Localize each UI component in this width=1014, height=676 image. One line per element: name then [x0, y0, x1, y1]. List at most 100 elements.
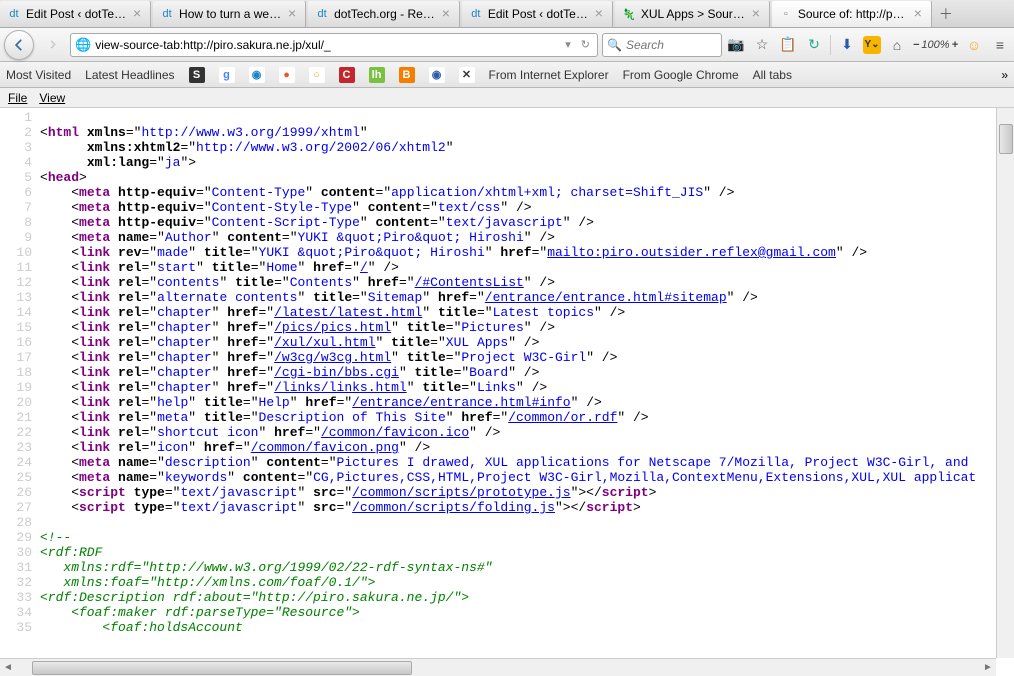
close-icon[interactable]: ×	[285, 7, 299, 21]
line-number: 33	[0, 590, 40, 605]
browser-tab[interactable]: dtEdit Post ‹ dotTe…×	[462, 0, 613, 27]
zoom-control: − 100% +	[913, 39, 958, 51]
tab-label: dotTech.org - Re…	[334, 7, 435, 21]
bookmark-icon: ◉	[249, 67, 265, 83]
bookmark-star-icon[interactable]: ☆	[752, 35, 772, 55]
close-icon[interactable]: ×	[592, 7, 606, 21]
new-tab-button[interactable]: ＋	[934, 0, 958, 27]
menu-view[interactable]: View	[35, 90, 69, 106]
bookmark-icon: g	[219, 67, 235, 83]
line-number: 34	[0, 605, 40, 620]
zoom-in-button[interactable]: +	[952, 39, 958, 51]
scroll-right-icon[interactable]: ►	[980, 662, 996, 673]
bookmark-item[interactable]: All tabs	[753, 68, 792, 82]
scrollbar-thumb[interactable]	[32, 661, 412, 675]
favicon-icon: dt	[6, 6, 22, 22]
bookmark-label: From Google Chrome	[623, 68, 739, 82]
bookmark-item[interactable]: Most Visited	[6, 68, 71, 82]
line-number: 25	[0, 470, 40, 485]
menu-file[interactable]: File	[4, 90, 31, 106]
url-input[interactable]	[95, 38, 558, 52]
search-bar[interactable]: 🔍	[602, 33, 722, 57]
favicon-icon: 🦎	[621, 6, 637, 22]
bookmark-icon: ✕	[459, 67, 475, 83]
line-number: 22	[0, 425, 40, 440]
site-identity-icon[interactable]: 🌐	[75, 37, 91, 53]
bookmark-item[interactable]: ○	[309, 67, 325, 83]
line-number: 19	[0, 380, 40, 395]
bookmark-item[interactable]: From Internet Explorer	[489, 68, 609, 82]
arrow-right-icon	[47, 39, 58, 50]
browser-tab[interactable]: dtEdit Post ‹ dotTe…×	[0, 0, 151, 27]
browser-tab[interactable]: 🦎XUL Apps > Sour…×	[615, 0, 770, 27]
bookmark-item[interactable]: lh	[369, 67, 385, 83]
horizontal-scrollbar[interactable]: ◄ ►	[0, 658, 996, 676]
line-number: 9	[0, 230, 40, 245]
bookmark-item[interactable]: S	[189, 67, 205, 83]
forward-button[interactable]	[38, 31, 66, 59]
bookmark-item[interactable]: From Google Chrome	[623, 68, 739, 82]
source-view[interactable]: 1 2<html xmlns="http://www.w3.org/1999/x…	[0, 108, 1014, 658]
line-number: 21	[0, 410, 40, 425]
bookmark-item[interactable]: Latest Headlines	[85, 68, 174, 82]
zoom-out-button[interactable]: −	[913, 39, 919, 51]
line-number: 11	[0, 260, 40, 275]
bookmarks-bar: Most Visited Latest Headlines Sg ◉ ● ○ Clh B ◉ ✕ F…	[0, 62, 1014, 88]
download-icon[interactable]: ⬇	[837, 35, 857, 55]
back-button[interactable]	[4, 30, 34, 60]
reload-icon[interactable]: ↻	[578, 38, 593, 51]
url-bar[interactable]: 🌐 ▾ ↻	[70, 33, 598, 57]
bookmark-item[interactable]: ✕	[459, 67, 475, 83]
bookmark-item[interactable]: B	[399, 67, 415, 83]
bookmark-item[interactable]: C	[339, 67, 355, 83]
home-icon[interactable]: ⌂	[887, 35, 907, 55]
browser-tab[interactable]: dtHow to turn a we…×	[153, 0, 306, 27]
line-number: 30	[0, 545, 40, 560]
app-menu-icon[interactable]: ≡	[990, 35, 1010, 55]
camera-icon[interactable]: 📷	[726, 35, 746, 55]
bookmark-label: From Internet Explorer	[489, 68, 609, 82]
line-number: 2	[0, 125, 40, 140]
search-engine-icon[interactable]: 🔍	[607, 38, 622, 52]
bookmarks-overflow-icon[interactable]: »	[1001, 68, 1008, 82]
line-number: 6	[0, 185, 40, 200]
bookmark-icon: C	[339, 67, 355, 83]
close-icon[interactable]: ×	[911, 7, 925, 21]
bookmark-item[interactable]: g	[219, 67, 235, 83]
bookmark-item[interactable]: ◉	[249, 67, 265, 83]
line-number: 18	[0, 365, 40, 380]
bookmark-icon: S	[189, 67, 205, 83]
line-number: 31	[0, 560, 40, 575]
line-number: 16	[0, 335, 40, 350]
bookmark-item[interactable]: ●	[279, 67, 295, 83]
line-number: 27	[0, 500, 40, 515]
line-number: 17	[0, 350, 40, 365]
url-dropdown-icon[interactable]: ▾	[562, 38, 574, 51]
tab-label: Edit Post ‹ dotTe…	[488, 7, 588, 21]
close-icon[interactable]: ×	[130, 7, 144, 21]
line-number: 5	[0, 170, 40, 185]
favicon-icon: ▫	[778, 6, 794, 22]
browser-tab[interactable]: ▫Source of: http://piro…×	[772, 0, 932, 27]
line-number: 8	[0, 215, 40, 230]
browser-tab[interactable]: dt dotTech.org - Re… ×	[308, 0, 460, 27]
scroll-left-icon[interactable]: ◄	[0, 662, 16, 673]
smiley-icon[interactable]: ☺	[964, 35, 984, 55]
favicon-icon: dt	[314, 6, 330, 22]
scrollbar-thumb[interactable]	[999, 124, 1013, 154]
bookmark-item[interactable]: ◉	[429, 67, 445, 83]
bookmark-icon: ◉	[429, 67, 445, 83]
line-number: 14	[0, 305, 40, 320]
tab-bar: dtEdit Post ‹ dotTe…×dtHow to turn a we……	[0, 0, 1014, 28]
close-icon[interactable]: ×	[439, 7, 453, 21]
line-number: 10	[0, 245, 40, 260]
addon-icon[interactable]: ↻	[804, 35, 824, 55]
vertical-scrollbar[interactable]	[996, 108, 1014, 658]
zoom-level: 100%	[921, 39, 949, 51]
bookmark-icon: B	[399, 67, 415, 83]
bookmark-icon: ○	[309, 67, 325, 83]
close-icon[interactable]: ×	[749, 7, 763, 21]
yolk-icon[interactable]: Y⌄	[863, 36, 881, 54]
line-number: 7	[0, 200, 40, 215]
clipboard-icon[interactable]: 📋	[778, 35, 798, 55]
